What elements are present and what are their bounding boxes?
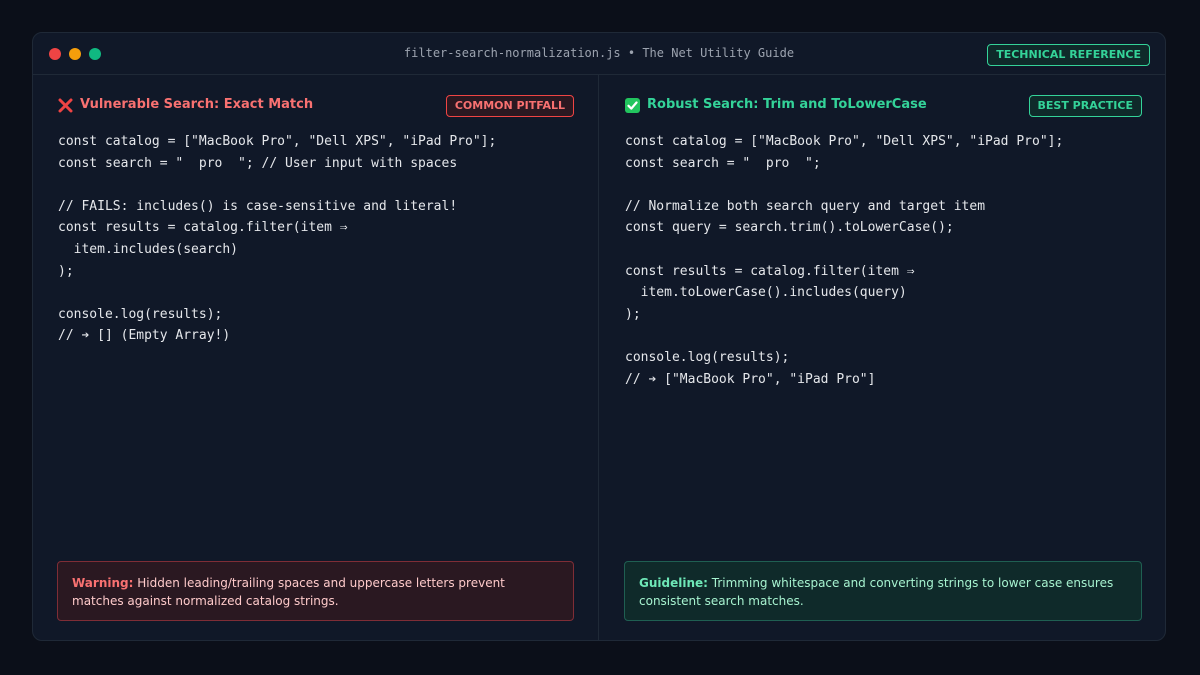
panel-header: Robust Search: Trim and ToLowerCase BEST… [625, 95, 1142, 117]
code-line: item.toLowerCase().includes(query) [625, 285, 907, 301]
code-line: const search = " pro "; [625, 155, 821, 171]
title-bar: filter-search-normalization.js • The Net… [33, 33, 1165, 75]
vulnerable-search-panel: Vulnerable Search: Exact Match COMMON PI… [33, 75, 599, 640]
code-line: console.log(results); [58, 306, 223, 322]
code-line: ); [58, 263, 74, 279]
common-pitfall-badge: COMMON PITFALL [445, 95, 574, 117]
guideline-note: Guideline: Trimming whitespace and conve… [624, 561, 1142, 621]
code-line: // ➔ [] (Empty Array!) [58, 328, 231, 344]
warning-text: Hidden leading/trailing spaces and upper… [72, 576, 505, 608]
warning-label: Warning: [72, 576, 134, 590]
code-line: const catalog = ["MacBook Pro", "Dell XP… [58, 134, 497, 149]
code-line: // Normalize both search query and targe… [625, 198, 986, 214]
editor-window: filter-search-normalization.js • The Net… [32, 32, 1166, 641]
cross-mark-icon [58, 98, 73, 113]
code-block: const catalog = ["MacBook Pro", "Dell XP… [625, 131, 1146, 390]
guideline-text: Trimming whitespace and converting strin… [639, 576, 1114, 608]
code-line: ); [625, 306, 641, 322]
robust-search-panel: Robust Search: Trim and ToLowerCase BEST… [600, 75, 1165, 640]
best-practice-badge: BEST PRACTICE [1028, 95, 1142, 117]
panel-title: Vulnerable Search: Exact Match [80, 97, 314, 112]
code-line: const search = " pro "; // User input wi… [58, 155, 458, 171]
code-line: console.log(results); [625, 349, 790, 365]
code-line: // FAILS: includes() is case-sensitive a… [58, 198, 458, 214]
code-line: const query = search.trim().toLowerCase(… [625, 220, 954, 236]
warning-note: Warning: Hidden leading/trailing spaces … [57, 561, 574, 621]
code-line: const results = catalog.filter(item ⇒ [58, 220, 348, 236]
code-line: const catalog = ["MacBook Pro", "Dell XP… [625, 134, 1064, 149]
code-line: const results = catalog.filter(item ⇒ [625, 263, 915, 279]
technical-reference-badge: TECHNICAL REFERENCE [987, 44, 1150, 66]
check-mark-icon [625, 98, 640, 113]
code-line: // ➔ ["MacBook Pro", "iPad Pro"] [625, 371, 876, 387]
guideline-label: Guideline: [639, 576, 708, 590]
code-line: item.includes(search) [58, 241, 239, 257]
code-block: const catalog = ["MacBook Pro", "Dell XP… [58, 131, 578, 347]
panel-header: Vulnerable Search: Exact Match COMMON PI… [58, 95, 574, 117]
panel-title: Robust Search: Trim and ToLowerCase [647, 97, 927, 112]
